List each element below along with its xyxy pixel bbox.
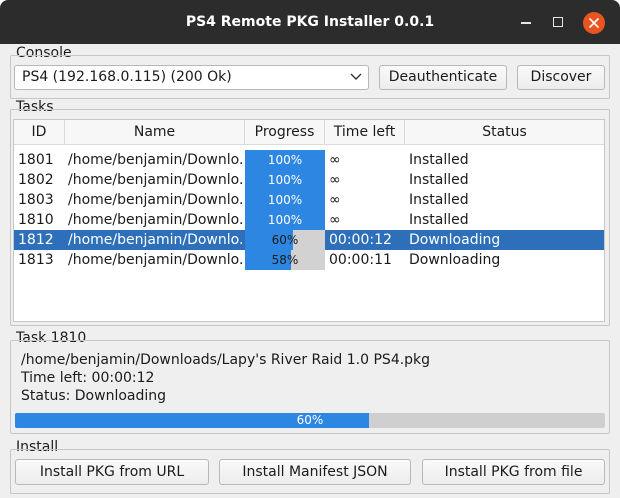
task-name-cell: /home/benjamin/Downlo... [68,212,242,228]
discover-button[interactable]: Discover [517,65,605,90]
table-row[interactable]: 1812/home/benjamin/Downlo... 60% 00:00:12 D… [14,230,604,250]
install-manifest-button[interactable]: Install Manifest JSON [219,459,411,485]
chevron-down-icon [350,73,362,80]
column-header-status[interactable]: Status [405,120,604,144]
deauthenticate-button[interactable]: Deauthenticate [379,65,507,90]
table-row[interactable]: 1813/home/benjamin/Downlo... 58% 00:00:11 D… [14,250,604,270]
task-id-cell: 1801 [18,152,54,168]
task-path: /home/benjamin/Downloads/Lapy's River Ra… [21,352,431,368]
task-progress-bar: 100% [245,210,325,230]
task-progress-text: 100% [267,213,303,227]
task-name-cell: /home/benjamin/Downlo... [68,232,242,248]
maximize-icon [553,17,563,27]
task-status-cell: Downloading [409,232,501,248]
task-id-cell: 1813 [18,252,54,268]
task-name-cell: /home/benjamin/Downlo... [68,172,242,188]
task-status: Status: Downloading [21,388,167,404]
task-progress-text: 60% [245,230,325,250]
task-time-left-cell: ∞ [329,172,341,188]
column-header-time-left[interactable]: Time left [325,120,405,144]
column-header-progress[interactable]: Progress [245,120,325,144]
task-progress-text: 58% [245,250,325,270]
device-select-value: PS4 (192.168.0.115) (200 Ok) [22,69,232,85]
task-time-left-cell: ∞ [329,212,341,228]
table-row[interactable]: 1801/home/benjamin/Downlo... 100% ∞ Install… [14,150,604,170]
task-time-left-cell: 00:00:12 [329,232,392,248]
column-header-name[interactable]: Name [65,120,245,144]
task-progress-bar: 100% [245,170,325,190]
close-icon [589,18,599,28]
task-progress-text: 60% [296,413,324,427]
task-status-cell: Installed [409,212,469,228]
task-progress-bar: 58% [245,250,325,270]
device-select[interactable]: PS4 (192.168.0.115) (200 Ok) [14,65,369,90]
task-status-cell: Installed [409,172,469,188]
task-time-left-cell: 00:00:11 [329,252,392,268]
main-window: Console PS4 (192.168.0.115) (200 Ok) Dea… [0,44,620,498]
task-id-cell: 1803 [18,192,54,208]
task-name-cell: /home/benjamin/Downlo... [68,192,242,208]
task-time-left-cell: ∞ [329,152,341,168]
task-progress-bar: 100% [245,190,325,210]
task-progress-bar: 60% [245,230,325,250]
minimize-button[interactable] [517,13,535,31]
task-progress-text: 100% [267,193,303,207]
task-time-left-cell: ∞ [329,192,341,208]
task-id-cell: 1802 [18,172,54,188]
task-id-cell: 1810 [18,212,54,228]
minimize-icon [521,22,531,24]
table-row[interactable]: 1803/home/benjamin/Downlo... 100% ∞ Install… [14,190,604,210]
task-status-cell: Downloading [409,252,501,268]
install-from-url-button[interactable]: Install PKG from URL [15,459,209,485]
task-progress-bar: 100% [245,150,325,170]
tasks-table[interactable]: ID Name Progress Time left Status 1801/h… [13,119,605,322]
task-name-cell: /home/benjamin/Downlo... [68,152,242,168]
task-status-cell: Installed [409,192,469,208]
task-time-left: Time left: 00:00:12 [21,370,155,386]
task-progress-bar: 60% [15,413,605,428]
table-row[interactable]: 1810/home/benjamin/Downlo... 100% ∞ Install… [14,210,604,230]
title-bar[interactable]: PS4 Remote PKG Installer 0.0.1 [0,0,620,44]
table-row[interactable]: 1802/home/benjamin/Downlo... 100% ∞ Install… [14,170,604,190]
column-header-id[interactable]: ID [14,120,65,144]
table-header: ID Name Progress Time left Status [14,120,604,145]
maximize-button[interactable] [549,13,567,31]
task-status-cell: Installed [409,152,469,168]
close-button[interactable] [583,12,605,34]
task-progress-text: 100% [267,173,303,187]
task-progress-text: 100% [267,153,303,167]
install-from-file-button[interactable]: Install PKG from file [422,459,605,485]
task-id-cell: 1812 [18,232,54,248]
task-name-cell: /home/benjamin/Downlo... [68,252,242,268]
